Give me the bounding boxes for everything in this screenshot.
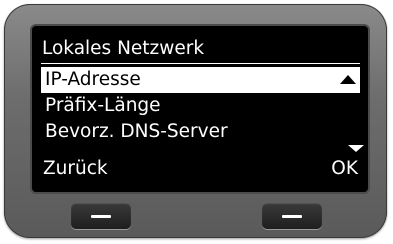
menu-item-label: Bevorz. DNS-Server (45, 121, 228, 142)
title-divider (41, 63, 360, 64)
menu-item-label: IP-Adresse (45, 69, 141, 90)
softkey-ok-label[interactable]: OK (331, 155, 358, 183)
menu-item-preferred-dns[interactable]: Bevorz. DNS-Server (41, 119, 360, 145)
dash-icon (282, 215, 302, 218)
scroll-up-icon (340, 75, 356, 84)
softkey-back-label[interactable]: Zurück (43, 155, 108, 183)
phone-device: Lokales Netzwerk IP-Adresse Präfix-Länge… (4, 4, 387, 238)
menu-list: IP-Adresse Präfix-Länge Bevorz. DNS-Serv… (41, 67, 360, 145)
scroll-down-icon (348, 145, 364, 152)
softkey-bar: Zurück OK (41, 155, 360, 183)
menu-item-prefix-length[interactable]: Präfix-Länge (41, 93, 360, 119)
screen-title: Lokales Netzwerk (42, 38, 205, 59)
menu-item-label: Präfix-Länge (45, 95, 161, 116)
left-softkey-button[interactable] (71, 203, 131, 229)
display-screen: Lokales Netzwerk IP-Adresse Präfix-Länge… (32, 26, 368, 192)
right-softkey-button[interactable] (262, 203, 322, 229)
dash-icon (91, 215, 111, 218)
menu-item-ip-address[interactable]: IP-Adresse (41, 67, 360, 93)
